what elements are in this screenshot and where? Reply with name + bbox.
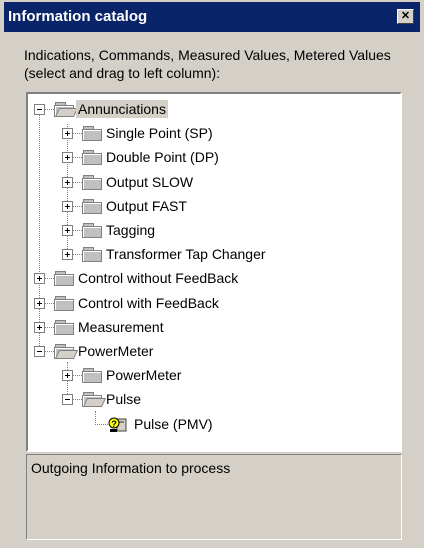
expand-icon[interactable] (34, 273, 45, 285)
folder-icon (82, 150, 102, 166)
title-bar[interactable]: Information catalog ✕ (4, 2, 420, 32)
svg-text:?: ? (111, 419, 117, 429)
tree-node-label: Output SLOW (106, 173, 194, 190)
folder-icon (82, 247, 102, 263)
collapse-icon[interactable] (34, 346, 45, 357)
collapse-icon[interactable] (34, 104, 45, 115)
catalog-tree-content: Annunciations Single Point (SP) Double Poi… (28, 94, 400, 450)
expand-icon[interactable] (34, 297, 45, 309)
tree-node[interactable]: Pulse (28, 388, 398, 412)
tree-node[interactable]: PowerMeter (28, 364, 398, 388)
tree-node-label: PowerMeter (78, 343, 154, 359)
expand-icon[interactable] (62, 370, 73, 382)
tree-node-label: PowerMeter (106, 367, 182, 384)
tree-node-label: Tagging (106, 222, 156, 238)
instruction-text: Indications, Commands, Measured Values, … (24, 47, 391, 81)
status-text: Outgoing Information to process (31, 460, 231, 476)
tree-node[interactable]: Double Point (DP) (28, 146, 398, 170)
expand-icon[interactable] (62, 128, 73, 140)
tree-node[interactable]: Control without FeedBack (28, 267, 398, 291)
tree-node-label: Double Point (DP) (106, 149, 219, 166)
tree-node-label: Control with FeedBack (78, 294, 219, 311)
status-panel: Outgoing Information to process (26, 454, 402, 540)
folder-open-icon (54, 344, 79, 359)
folder-icon (54, 319, 74, 335)
folder-icon (82, 174, 102, 190)
tree-node[interactable]: PowerMeter (28, 340, 398, 364)
folder-icon (82, 126, 102, 142)
tree-node[interactable]: Measurement (28, 316, 398, 340)
folder-icon (82, 223, 102, 238)
expand-icon[interactable] (62, 152, 73, 164)
window-title: Information catalog (8, 8, 148, 25)
expand-icon[interactable] (62, 200, 73, 212)
tree-node[interactable]: Output SLOW (28, 171, 398, 195)
tree-node[interactable]: ? Pulse (PMV) (28, 413, 398, 437)
tree-node[interactable]: Control with FeedBack (28, 292, 398, 316)
tree-node[interactable]: Transformer Tap Changer (28, 243, 398, 267)
folder-icon (54, 271, 74, 287)
catalog-tree[interactable]: Annunciations Single Point (SP) Double Poi… (26, 92, 402, 452)
tree-node-label: Pulse (PMV) (134, 415, 213, 432)
tree-node-label: Control without FeedBack (78, 270, 239, 287)
expand-icon[interactable] (62, 249, 73, 261)
expand-icon[interactable] (62, 225, 73, 236)
information-catalog-window: Information catalog ✕ Indications, Comma… (0, 0, 424, 548)
folder-open-icon (82, 392, 107, 408)
tree-node-label: Pulse (106, 391, 142, 408)
folder-icon (54, 295, 74, 311)
pulse-pmv-icon: ? (108, 416, 128, 434)
folder-open-icon (54, 102, 79, 117)
close-button[interactable]: ✕ (397, 9, 414, 24)
expand-icon[interactable] (62, 176, 73, 188)
tree-node[interactable]: Single Point (SP) (28, 122, 398, 146)
tree-node-label: Transformer Tap Changer (106, 246, 266, 263)
tree-node-label: Single Point (SP) (106, 125, 213, 142)
tree-node[interactable]: Annunciations (28, 98, 398, 122)
folder-icon (82, 198, 102, 214)
tree-node[interactable]: Tagging (28, 219, 398, 243)
close-icon: ✕ (400, 10, 411, 22)
expand-icon[interactable] (34, 321, 45, 333)
folder-icon (82, 368, 102, 384)
collapse-icon[interactable] (62, 394, 73, 406)
tree-node[interactable]: Output FAST (28, 195, 398, 219)
tree-node-label: Annunciations (76, 100, 168, 118)
tree-node-label: Measurement (78, 318, 164, 335)
tree-node-label: Output FAST (106, 197, 187, 214)
